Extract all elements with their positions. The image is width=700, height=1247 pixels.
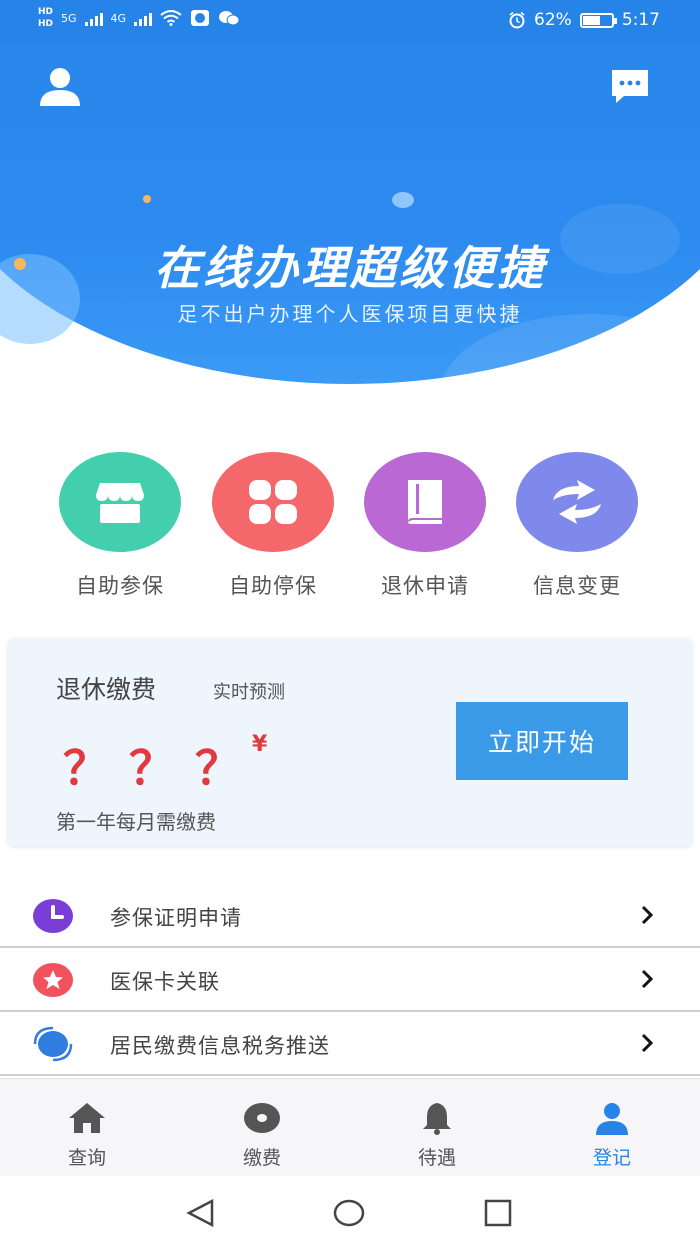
tab-label: 查询 xyxy=(67,1147,106,1169)
wifi-icon xyxy=(160,10,182,26)
action-label: 自助参保 xyxy=(76,574,164,598)
start-now-button[interactable]: 立即开始 xyxy=(456,702,628,780)
store-icon xyxy=(96,483,144,523)
hd-indicator: HD HD xyxy=(38,6,53,30)
action-self-enroll[interactable]: 自助参保 xyxy=(45,452,195,600)
tab-benefits[interactable]: 待遇 xyxy=(382,1101,492,1170)
list-item-insurance-certificate[interactable]: 参保证明申请 xyxy=(0,884,700,948)
star-icon xyxy=(33,963,73,997)
wechat-icon xyxy=(219,11,240,26)
hero-title: 在线办理超级便捷 xyxy=(154,241,546,295)
action-self-suspend[interactable]: 自助停保 xyxy=(198,452,348,600)
tab-payment[interactable]: 缴费 xyxy=(207,1101,317,1170)
retirement-payment-card: 退休缴费 实时预测 ？？？ ¥ 第一年每月需缴费 立即开始 xyxy=(8,638,692,846)
status-left: HD HD 5G 4G xyxy=(38,6,240,30)
action-label: 退休申请 xyxy=(381,574,469,598)
chevron-right-icon xyxy=(641,1033,654,1053)
clock-time: 5:17 xyxy=(621,10,660,30)
profile-icon[interactable] xyxy=(38,66,82,106)
action-retire-apply[interactable]: 退休申请 xyxy=(350,452,500,600)
back-icon[interactable] xyxy=(184,1198,218,1228)
home-circle-icon[interactable] xyxy=(332,1198,366,1228)
action-label: 自助停保 xyxy=(229,574,317,598)
decor-dot xyxy=(392,192,414,208)
network-1-label: 5G xyxy=(61,11,77,25)
signal-2-icon xyxy=(134,10,153,26)
card-tag: 实时预测 xyxy=(213,682,285,703)
hero-subtitle: 足不出户办理个人医保项目更快捷 xyxy=(177,302,523,326)
action-icon-circle xyxy=(59,452,181,552)
hero-banner: 在线办理超级便捷 足不出户办理个人医保项目更快捷 xyxy=(0,44,700,404)
status-bar: HD HD 5G 4G 62% 5:17 xyxy=(0,0,700,44)
app-notification-icon xyxy=(191,10,210,26)
book-icon xyxy=(408,480,442,524)
action-label: 信息变更 xyxy=(533,574,621,598)
bell-icon xyxy=(423,1103,451,1135)
decor-dot xyxy=(143,195,151,203)
person-icon xyxy=(596,1103,628,1135)
sync-icon xyxy=(33,1026,73,1062)
message-icon[interactable] xyxy=(610,66,650,106)
list-item-label: 医保卡关联 xyxy=(110,970,220,994)
hd-bottom-label: HD xyxy=(38,19,54,29)
battery-icon xyxy=(579,12,617,28)
network-2-label: 4G xyxy=(110,11,127,25)
list-item-card-link[interactable]: 医保卡关联 xyxy=(0,948,700,1012)
card-note: 第一年每月需缴费 xyxy=(56,810,216,834)
grid-icon xyxy=(249,480,297,524)
recents-icon[interactable] xyxy=(481,1198,515,1228)
predicted-amount: ？？？ xyxy=(63,741,261,795)
list-item-label: 参保证明申请 xyxy=(110,906,242,930)
disc-icon xyxy=(244,1103,280,1133)
battery-percent: 62% xyxy=(534,10,572,30)
alarm-icon xyxy=(509,11,525,29)
action-icon-circle xyxy=(516,452,638,552)
hd-top-label: HD xyxy=(38,7,54,17)
action-icon-circle xyxy=(212,452,334,552)
chevron-right-icon xyxy=(641,905,654,925)
currency-symbol: ¥ xyxy=(252,732,268,757)
quick-actions: 自助参保 自助停保 退休申请 信息变更 xyxy=(0,452,700,602)
service-list: 参保证明申请 医保卡关联 居民缴费信息税务推送 xyxy=(0,884,700,1076)
exchange-icon xyxy=(553,480,601,524)
system-nav-bar xyxy=(0,1176,700,1247)
tab-label: 缴费 xyxy=(242,1147,281,1169)
home-icon xyxy=(69,1103,105,1133)
tab-query[interactable]: 查询 xyxy=(32,1101,142,1170)
bottom-tab-bar: 查询 缴费 待遇 登记 xyxy=(0,1078,700,1176)
card-title: 退休缴费 xyxy=(56,675,157,704)
clock-icon xyxy=(33,899,73,933)
chevron-right-icon xyxy=(641,969,654,989)
action-info-change[interactable]: 信息变更 xyxy=(502,452,652,600)
action-icon-circle xyxy=(364,452,486,552)
tab-register[interactable]: 登记 xyxy=(557,1101,667,1170)
status-right: 62% 5:17 xyxy=(508,10,660,30)
tab-label: 登记 xyxy=(592,1147,631,1169)
signal-1-icon xyxy=(84,10,103,26)
list-item-tax-push[interactable]: 居民缴费信息税务推送 xyxy=(0,1012,700,1076)
list-item-label: 居民缴费信息税务推送 xyxy=(110,1034,330,1058)
tab-label: 待遇 xyxy=(417,1147,456,1169)
